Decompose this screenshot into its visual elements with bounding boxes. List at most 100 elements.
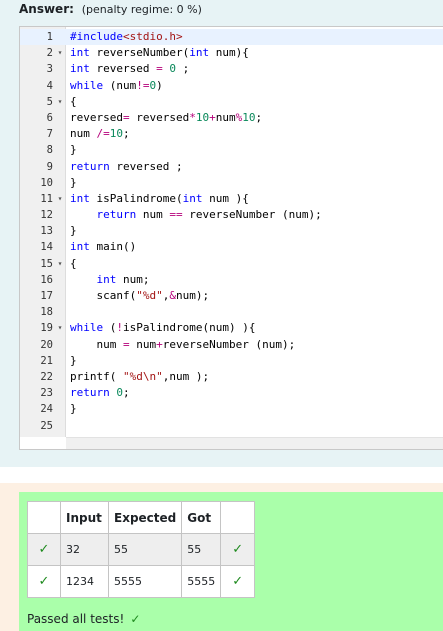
code-editor[interactable]: 1 #include<stdio.h> 2 ▾ int reverseNumber(in…	[19, 26, 443, 450]
got-cell: 5555	[181, 565, 222, 598]
line-number: 5	[46, 95, 53, 108]
code-line[interactable]: 24}	[20, 401, 443, 417]
table-header-row: Input Expected Got	[27, 501, 256, 534]
code-line[interactable]: 8}	[20, 142, 443, 158]
code-line[interactable]: 11 ▾ int isPalindrome(int num ){	[20, 191, 443, 207]
answer-panel: Answer: (penalty regime: 0 %) 1 #include<…	[0, 0, 443, 467]
line-number: 24	[40, 403, 53, 416]
code-text[interactable]: while (num!=0)	[70, 78, 163, 94]
code-line[interactable]: 23 return 0;	[20, 385, 443, 401]
check-icon: ✓	[130, 612, 141, 626]
code-line[interactable]: 14 int main()	[20, 239, 443, 255]
code-line[interactable]: 9 return reversed ;	[20, 159, 443, 175]
test-summary: Passed all tests! ✓	[27, 612, 140, 626]
input-cell: 32	[60, 533, 109, 566]
code-line[interactable]: 22 printf( "%d\n",num );	[20, 369, 443, 385]
line-number: 21	[40, 354, 53, 367]
line-number: 11	[40, 192, 53, 205]
code-text[interactable]: while (!isPalindrome(num) ){	[70, 320, 255, 336]
fold-arrow-icon[interactable]: ▾	[55, 94, 65, 110]
code-text[interactable]: scanf("%d",&num);	[70, 288, 209, 304]
code-line[interactable]: 7 num /=10;	[20, 126, 443, 142]
penalty-regime: (penalty regime: 0 %)	[81, 3, 202, 16]
check-icon: ✓	[232, 574, 244, 589]
line-number: 6	[46, 111, 53, 124]
fold-arrow-icon[interactable]: ▾	[55, 45, 65, 61]
got-cell: 55	[181, 533, 222, 566]
code-line[interactable]: 15 ▾ {	[20, 256, 443, 272]
code-line[interactable]: 3 int reversed = 0 ;	[20, 61, 443, 77]
code-text[interactable]: }	[70, 142, 77, 158]
check-icon: ✓	[38, 574, 50, 589]
code-line[interactable]: 21}	[20, 353, 443, 369]
test-results-table: Input Expected Got ✓ 32 55 55 ✓ ✓ 1234 5…	[27, 501, 256, 598]
line-number: 17	[40, 290, 53, 302]
gutter-corner	[20, 437, 66, 449]
answer-heading: Answer: (penalty regime: 0 %)	[19, 1, 202, 17]
code-text[interactable]: return reversed ;	[70, 159, 183, 175]
check-icon: ✓	[38, 542, 50, 557]
code-text[interactable]: return num == reverseNumber (num);	[70, 207, 322, 223]
code-line[interactable]: 4 while (num!=0)	[20, 78, 443, 94]
line-number: 2	[46, 47, 53, 60]
code-line[interactable]: 5 ▾ {	[20, 94, 443, 110]
code-line[interactable]: 18	[20, 304, 443, 320]
code-line[interactable]: 2 ▾ int reverseNumber(int num){	[20, 45, 443, 61]
code-line[interactable]: 13}	[20, 223, 443, 239]
code-text[interactable]: {	[70, 94, 77, 110]
line-number: 25	[40, 419, 53, 432]
code-lines[interactable]: 1 #include<stdio.h> 2 ▾ int reverseNumber(in…	[20, 29, 443, 434]
code-text[interactable]: }	[70, 353, 77, 369]
line-number: 15	[40, 257, 53, 270]
code-text[interactable]: }	[70, 175, 77, 191]
header-got-status	[220, 501, 256, 534]
code-text[interactable]: printf( "%d\n",num );	[70, 369, 209, 385]
line-number: 23	[40, 387, 53, 400]
code-text[interactable]: {	[70, 256, 77, 272]
code-text[interactable]: int main()	[70, 239, 136, 255]
code-line[interactable]: 20 num = num+reverseNumber (num);	[20, 337, 443, 353]
input-cell: 1234	[60, 565, 109, 598]
code-text[interactable]: }	[70, 401, 77, 417]
code-text[interactable]: }	[70, 223, 77, 239]
code-line[interactable]: 6 reversed= reversed*10+num%10;	[20, 110, 443, 126]
fold-arrow-icon[interactable]: ▾	[55, 320, 65, 336]
line-number: 20	[40, 338, 53, 351]
code-text[interactable]: int reverseNumber(int num){	[70, 45, 249, 61]
code-text[interactable]: reversed= reversed*10+num%10;	[70, 110, 262, 126]
line-number: 3	[46, 63, 53, 76]
header-status	[27, 501, 61, 534]
code-text[interactable]: int num;	[70, 272, 150, 288]
line-number: 8	[46, 144, 53, 157]
code-line[interactable]: 25	[20, 418, 443, 434]
table-row: ✓ 1234 5555 5555 ✓	[27, 565, 256, 598]
header-expected: Expected	[107, 501, 183, 534]
got-status-cell: ✓	[220, 565, 256, 598]
row-status-cell: ✓	[27, 533, 61, 566]
horizontal-scrollbar[interactable]	[66, 437, 443, 449]
fold-arrow-icon[interactable]: ▾	[55, 191, 65, 207]
code-line[interactable]: 17 scanf("%d",&num);	[20, 288, 443, 304]
line-number: 18	[40, 306, 53, 319]
code-text[interactable]: #include<stdio.h>	[70, 29, 183, 45]
code-line[interactable]: 12 return num == reverseNumber (num);	[20, 207, 443, 223]
line-number: 14	[40, 241, 53, 254]
line-number: 13	[40, 225, 53, 238]
code-line[interactable]: 10}	[20, 175, 443, 191]
code-text[interactable]: int isPalindrome(int num ){	[70, 191, 249, 207]
table-row: ✓ 32 55 55 ✓	[27, 533, 256, 566]
code-text[interactable]: num /=10;	[70, 126, 130, 142]
code-text[interactable]: num = num+reverseNumber (num);	[70, 337, 295, 353]
fold-arrow-icon[interactable]: ▾	[55, 256, 65, 272]
line-number: 7	[46, 128, 53, 141]
test-results: Input Expected Got ✓ 32 55 55 ✓ ✓ 1234 5…	[19, 492, 443, 631]
code-text[interactable]: int reversed = 0 ;	[70, 61, 189, 77]
result-panel: Input Expected Got ✓ 32 55 55 ✓ ✓ 1234 5…	[0, 483, 443, 631]
code-line[interactable]: 16 int num;	[20, 272, 443, 288]
line-number: 9	[46, 160, 53, 173]
expected-cell: 5555	[107, 565, 183, 598]
code-line[interactable]: 1 #include<stdio.h>	[20, 29, 443, 46]
line-number: 4	[46, 79, 53, 92]
code-text[interactable]: return 0;	[70, 385, 130, 401]
code-line[interactable]: 19 ▾ while (!isPalindrome(num) ){	[20, 320, 443, 336]
